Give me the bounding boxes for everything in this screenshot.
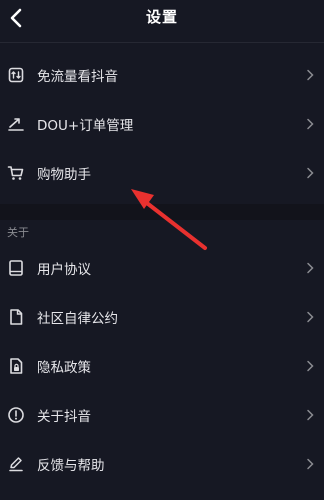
settings-item-label: 社区自律公约 [37,311,118,327]
chevron-right-icon [304,456,316,472]
edit-icon [6,454,26,474]
settings-item-free-data[interactable]: 免流量看抖音 [0,51,324,99]
settings-item-community-pact[interactable]: 社区自律公约 [0,293,324,341]
settings-item-label: 隐私政策 [37,360,91,376]
book-icon [6,258,26,278]
settings-item-label: 反馈与帮助 [37,458,105,474]
section-separator [0,204,324,220]
settings-item-label: 购物助手 [37,167,91,183]
page-title: 设置 [145,8,178,26]
settings-item-privacy-policy[interactable]: 隐私政策 [0,342,324,390]
chevron-right-icon [304,358,316,374]
chevron-right-icon [304,260,316,276]
chevron-right-icon [304,309,316,325]
trend-icon [6,114,26,134]
chevron-right-icon [304,165,316,181]
settings-item-shopping-assistant[interactable]: 购物助手 [0,149,324,197]
chevron-right-icon [304,67,316,83]
document-icon [6,307,26,327]
settings-item-feedback-help[interactable]: 反馈与帮助 [0,440,324,488]
settings-item-label: 用户协议 [37,262,91,278]
nav-bar: 设置 [0,0,324,40]
privacy-lock-icon [6,356,26,376]
info-icon [6,405,26,425]
data-free-icon [6,65,26,85]
chevron-right-icon [304,116,316,132]
settings-item-dou-orders[interactable]: DOU+订单管理 [0,100,324,148]
settings-item-label: 免流量看抖音 [37,69,118,85]
settings-item-user-agreement[interactable]: 用户协议 [0,244,324,292]
settings-item-label: 关于抖音 [37,409,91,425]
chevron-right-icon [304,407,316,423]
header-divider [0,42,324,43]
section-label-about: 关于 [7,226,29,239]
cart-icon [6,163,26,183]
settings-screen: 设置 免流量看抖音 DOU+订单管理 购物助手 关于 用户协议 社区自律公约 隐… [0,0,324,500]
settings-item-about-douyin[interactable]: 关于抖音 [0,391,324,439]
settings-item-label: DOU+订单管理 [37,118,134,134]
